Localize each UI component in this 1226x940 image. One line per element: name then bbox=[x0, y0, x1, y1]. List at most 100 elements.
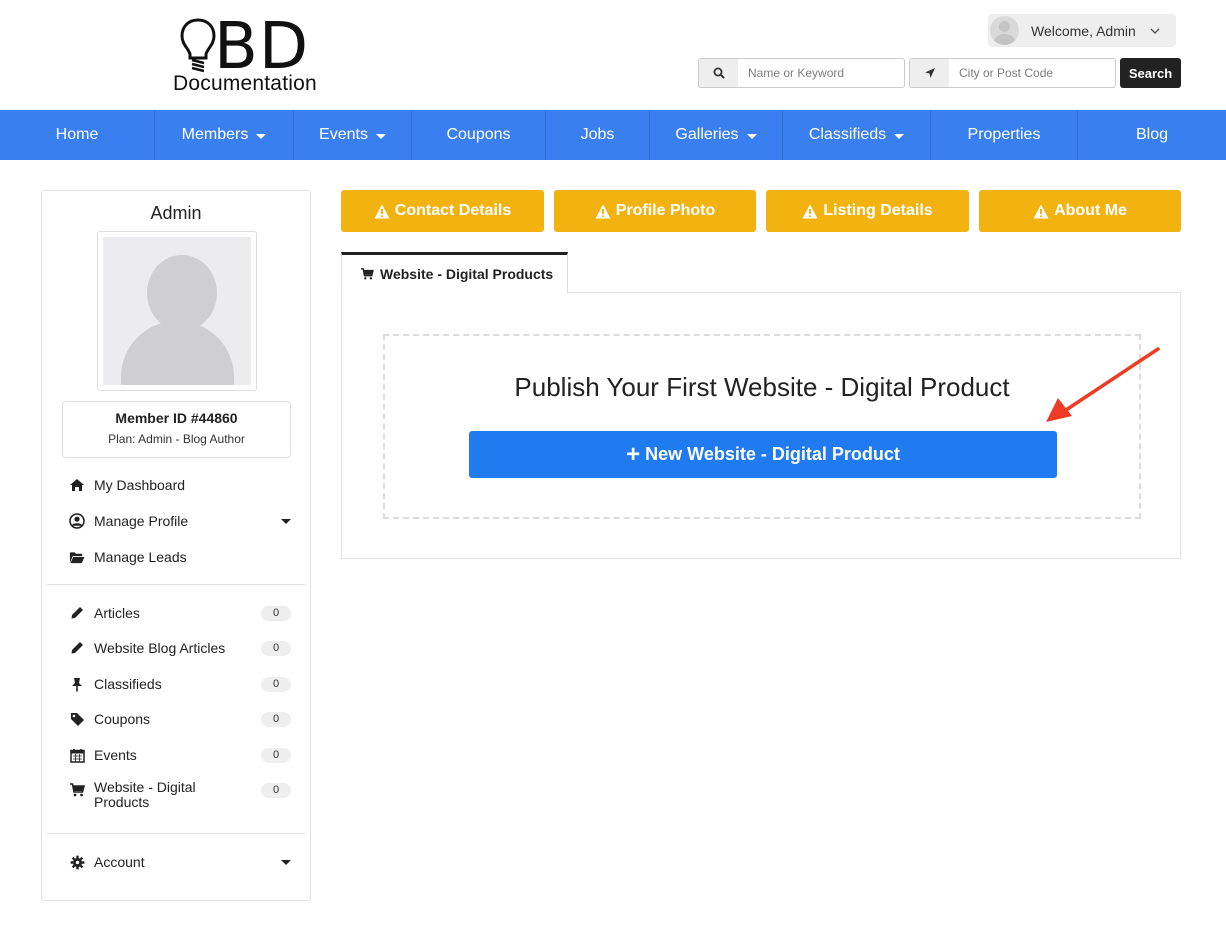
sidebar-item-label: Manage Leads bbox=[94, 549, 187, 565]
sidebar-item-my-dashboard[interactable]: My Dashboard bbox=[69, 475, 291, 495]
nav-item-blog[interactable]: Blog bbox=[1078, 110, 1226, 160]
warning-icon bbox=[1033, 204, 1049, 218]
nav-label: Home bbox=[55, 126, 99, 143]
sidebar-item-account[interactable]: Account bbox=[69, 852, 291, 872]
annotation-arrow-icon bbox=[1046, 347, 1160, 422]
nav-label: Events bbox=[319, 126, 368, 143]
new-website-digital-product-button[interactable]: + New Website - Digital Product bbox=[469, 431, 1057, 478]
nav-item-galleries[interactable]: Galleries bbox=[650, 110, 783, 160]
sidebar-item-classifieds[interactable]: Classifieds bbox=[69, 674, 291, 694]
pushpin-icon bbox=[69, 676, 85, 692]
sidebar-item-coupons[interactable]: Coupons bbox=[69, 709, 291, 729]
alert-label: Contact Details bbox=[394, 202, 512, 219]
site-logo[interactable]: BD Documentation bbox=[172, 12, 342, 96]
sidebar-item-manage-leads[interactable]: Manage Leads bbox=[69, 547, 291, 567]
profile-photo[interactable] bbox=[97, 231, 257, 391]
user-circle-icon bbox=[69, 513, 85, 529]
keyword-search-input[interactable] bbox=[738, 58, 905, 88]
nav-label: Coupons bbox=[446, 126, 511, 143]
lightbulb-icon bbox=[180, 18, 216, 73]
count-badge: 0 bbox=[261, 748, 291, 763]
alert-label: Listing Details bbox=[823, 202, 933, 219]
home-icon bbox=[69, 477, 85, 493]
sidebar-item-manage-profile[interactable]: Manage Profile bbox=[69, 511, 291, 531]
pencil-icon bbox=[69, 640, 85, 656]
empty-state-box: Publish Your First Website - Digital Pro… bbox=[383, 334, 1141, 519]
button-label: New Website - Digital Product bbox=[645, 444, 900, 464]
nav-item-home[interactable]: Home bbox=[0, 110, 155, 160]
caret-down-icon bbox=[375, 133, 386, 139]
avatar bbox=[990, 16, 1019, 45]
member-sidebar: Admin Member ID #44860 Plan: Admin - Blo… bbox=[41, 190, 311, 901]
sidebar-item-events[interactable]: Events bbox=[69, 745, 291, 765]
caret-down-icon bbox=[281, 519, 291, 524]
sidebar-item-label: Website - Digital bbox=[94, 779, 196, 795]
contact-details-alert-button[interactable]: Contact Details bbox=[341, 190, 544, 232]
tab-label: Website - Digital Products bbox=[380, 266, 554, 282]
welcome-text: Welcome, Admin bbox=[1031, 23, 1136, 39]
member-id: Member ID #44860 bbox=[115, 410, 238, 426]
tag-icon bbox=[69, 711, 85, 727]
sidebar-item-label: Manage Profile bbox=[94, 513, 189, 529]
count-badge: 0 bbox=[261, 641, 291, 656]
count-badge: 0 bbox=[261, 677, 291, 692]
about-me-alert-button[interactable]: About Me bbox=[979, 190, 1181, 232]
caret-down-icon bbox=[256, 133, 267, 139]
site-header: BD Documentation Welcome, Admin Search bbox=[0, 0, 1226, 110]
sidebar-item-articles[interactable]: Articles bbox=[69, 603, 291, 623]
sidebar-item-label: Coupons bbox=[94, 711, 151, 727]
cart-icon bbox=[361, 268, 374, 280]
sidebar-item-label: Account bbox=[94, 854, 145, 870]
count-badge: 0 bbox=[261, 783, 291, 798]
search-icon bbox=[698, 58, 739, 88]
sidebar-item-label: My Dashboard bbox=[94, 477, 186, 493]
nav-item-coupons[interactable]: Coupons bbox=[412, 110, 546, 160]
profile-photo-alert-button[interactable]: Profile Photo bbox=[554, 190, 756, 232]
tab-website-digital-products[interactable]: Website - Digital Products bbox=[341, 252, 568, 293]
listing-details-alert-button[interactable]: Listing Details bbox=[766, 190, 969, 232]
sidebar-item-website-blog-articles[interactable]: Website Blog Articles bbox=[69, 638, 291, 658]
sidebar-item-label: Events bbox=[94, 747, 137, 763]
empty-state-title: Publish Your First Website - Digital Pro… bbox=[514, 372, 1010, 402]
caret-down-icon bbox=[281, 860, 291, 865]
sidebar-item-label: Website Blog Articles bbox=[94, 640, 226, 656]
nav-label: Blog bbox=[1135, 126, 1169, 143]
nav-label: Galleries bbox=[675, 126, 739, 143]
count-badge: 0 bbox=[261, 606, 291, 621]
chevron-down-icon bbox=[1150, 28, 1160, 34]
warning-icon bbox=[374, 204, 390, 218]
calendar-icon bbox=[69, 747, 85, 763]
nav-item-jobs[interactable]: Jobs bbox=[546, 110, 650, 160]
sidebar-item-label: Classifieds bbox=[94, 676, 162, 692]
sidebar-title: Admin bbox=[150, 203, 202, 223]
nav-item-members[interactable]: Members bbox=[155, 110, 294, 160]
sidebar-item-label: Articles bbox=[94, 605, 140, 621]
count-badge: 0 bbox=[261, 712, 291, 727]
nav-label: Members bbox=[181, 126, 249, 143]
warning-icon bbox=[595, 204, 611, 218]
caret-down-icon bbox=[746, 133, 757, 139]
alert-label: About Me bbox=[1054, 202, 1127, 219]
caret-down-icon bbox=[894, 133, 905, 139]
sidebar-item-website-digital-products[interactable]: Website - Digital Products bbox=[69, 780, 291, 816]
alert-label: Profile Photo bbox=[615, 202, 716, 219]
avatar-placeholder bbox=[103, 237, 251, 385]
plus-icon: + bbox=[626, 440, 641, 468]
gear-icon bbox=[69, 854, 85, 870]
user-menu-button[interactable]: Welcome, Admin bbox=[988, 14, 1176, 47]
cart-icon bbox=[69, 782, 85, 798]
nav-label: Classifieds bbox=[808, 126, 887, 143]
nav-label: Properties bbox=[967, 126, 1041, 143]
nav-label: Jobs bbox=[580, 126, 615, 143]
location-search-input[interactable] bbox=[949, 58, 1116, 88]
nav-item-properties[interactable]: Properties bbox=[931, 110, 1078, 160]
member-plan: Plan: Admin - Blog Author bbox=[108, 432, 245, 446]
nav-item-classifieds[interactable]: Classifieds bbox=[783, 110, 931, 160]
member-info-box: Member ID #44860 Plan: Admin - Blog Auth… bbox=[62, 401, 291, 458]
nav-item-events[interactable]: Events bbox=[294, 110, 412, 160]
logo-subtitle: Documentation bbox=[173, 72, 317, 95]
search-button[interactable]: Search bbox=[1120, 58, 1181, 88]
sidebar-divider bbox=[47, 833, 305, 834]
sidebar-item-label-line2: Products bbox=[94, 794, 150, 810]
sidebar-item-label-group: Website - Digital Products bbox=[94, 780, 196, 810]
